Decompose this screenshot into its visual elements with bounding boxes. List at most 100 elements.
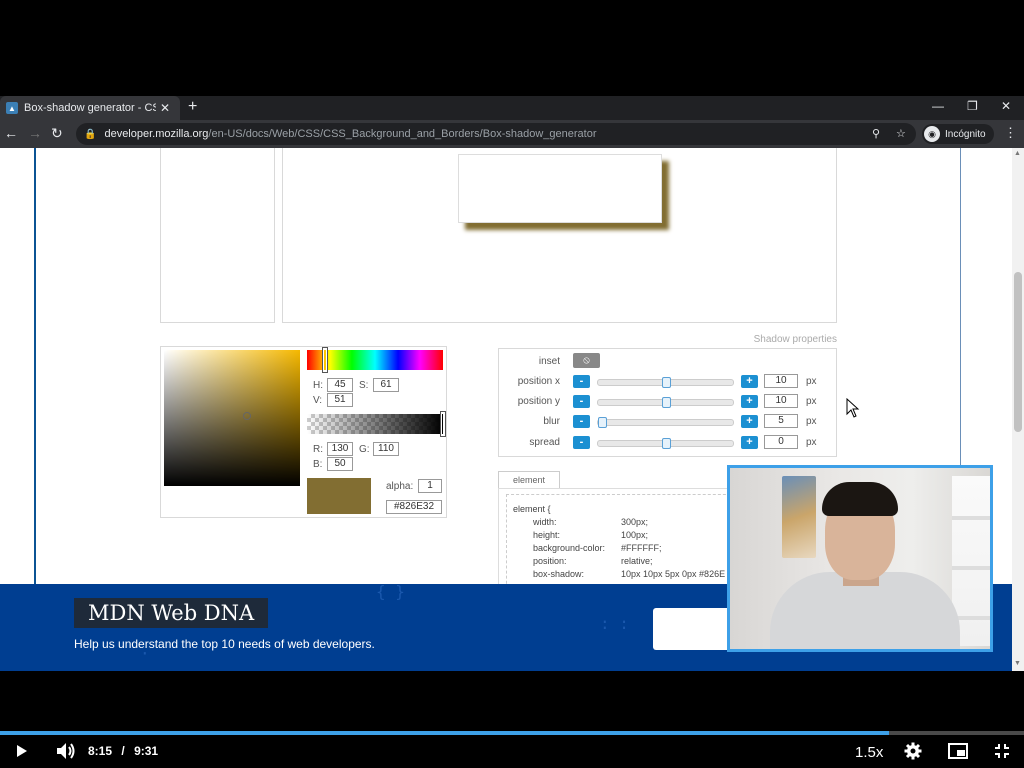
shadow-row-position-x: position x - +10 px (498, 373, 836, 393)
b-input[interactable]: 50 (327, 457, 353, 471)
code-property: height: (533, 530, 561, 540)
tab-element[interactable]: element (498, 471, 560, 489)
close-window-icon[interactable]: ✕ (1001, 99, 1011, 113)
h-label: H: (313, 380, 323, 391)
browser-tab[interactable]: ▲ Box-shadow generator - CSS: Ca ✕ (0, 96, 180, 120)
alpha-slider[interactable] (307, 414, 443, 434)
current-time: 8:15 (88, 744, 113, 758)
browser-tab-bar: ▲ Box-shadow generator - CSS: Ca ✕ + — ❐… (0, 96, 1024, 120)
playback-speed-button[interactable]: 1.5x (855, 744, 883, 761)
decrement-button[interactable]: - (573, 395, 590, 408)
code-property: width: (533, 517, 557, 527)
back-icon[interactable]: ← (4, 125, 18, 141)
picture-in-picture-icon[interactable] (948, 743, 968, 759)
banner-title: MDN Web DNA (74, 598, 269, 628)
g-input[interactable]: 110 (373, 442, 399, 456)
unit-label: px (806, 376, 817, 387)
code-value: #FFFFFF; (621, 543, 662, 553)
unit-label: px (806, 437, 817, 448)
settings-gear-icon[interactable] (904, 742, 922, 760)
shadow-value-input[interactable]: 5 (764, 414, 798, 428)
reload-icon[interactable]: ↻ (51, 125, 63, 142)
v-label: V: (313, 395, 323, 406)
time-display: 8:15 / 9:31 (88, 744, 158, 758)
shadow-slider-track[interactable] (597, 417, 734, 428)
sv-cursor[interactable] (243, 412, 251, 420)
close-tab-icon[interactable]: ✕ (160, 101, 170, 115)
zoom-icon[interactable]: ⚲ (872, 127, 880, 140)
shadow-slider-track[interactable] (597, 438, 734, 449)
slider-handle[interactable] (662, 397, 671, 408)
scroll-up-icon[interactable]: ▲ (1014, 150, 1021, 157)
shadow-value-input[interactable]: 10 (764, 374, 798, 388)
layers-panel (160, 148, 275, 323)
r-input[interactable]: 130 (327, 442, 353, 456)
decrement-button[interactable]: - (573, 415, 590, 428)
bookmark-star-icon[interactable]: ☆ (896, 127, 906, 140)
hex-input[interactable]: #826E32 (386, 500, 442, 514)
inset-row: inset ⦸ (498, 353, 836, 373)
url-host: developer.mozilla.org (104, 128, 209, 140)
unit-label: px (806, 416, 817, 427)
alpha-marker[interactable] (441, 412, 445, 436)
h-input[interactable]: 45 (327, 378, 353, 392)
played-bar (0, 731, 889, 735)
alpha-label: alpha: (386, 481, 414, 492)
decrement-button[interactable]: - (573, 375, 590, 388)
forward-icon[interactable]: → (28, 125, 42, 141)
incognito-profile[interactable]: ◉ Incógnito (922, 124, 994, 144)
hue-marker[interactable] (323, 348, 327, 372)
shadow-row-spread: spread - +0 px (498, 434, 836, 454)
new-tab-button[interactable]: + (188, 98, 197, 116)
increment-button[interactable]: + (741, 375, 758, 388)
slider-handle[interactable] (598, 417, 607, 428)
volume-icon[interactable] (56, 742, 76, 760)
s-input[interactable]: 61 (373, 378, 399, 392)
shadow-value-input[interactable]: 10 (764, 394, 798, 408)
shadow-row-blur: blur - +5 px (498, 413, 836, 433)
shadow-row-label: position x (517, 376, 560, 387)
increment-button[interactable]: + (741, 436, 758, 449)
profile-label: Incógnito (945, 128, 986, 140)
slider-handle[interactable] (662, 377, 671, 388)
presenter-hair (822, 482, 898, 516)
page-scrollbar[interactable]: ▲ ▼ (1012, 148, 1024, 671)
saturation-value-area[interactable] (164, 350, 300, 486)
minimize-icon[interactable]: — (932, 99, 944, 113)
exit-fullscreen-icon[interactable] (994, 743, 1010, 759)
code-property: background-color: (533, 543, 606, 553)
menu-kebab-icon[interactable]: ⋮ (1004, 125, 1017, 141)
alpha-input[interactable]: 1 (418, 479, 442, 493)
mdn-favicon-icon: ▲ (6, 102, 18, 114)
maximize-icon[interactable]: ❐ (967, 99, 978, 113)
url-field[interactable]: 🔒 developer.mozilla.org/en-US/docs/Web/C… (76, 123, 916, 145)
decrement-button[interactable]: - (573, 436, 590, 449)
shadow-row-label: blur (543, 416, 560, 427)
shadow-slider-track[interactable] (597, 397, 734, 408)
play-icon[interactable] (16, 744, 28, 758)
lock-icon: 🔒 (84, 128, 97, 140)
frame-border-left (34, 148, 36, 584)
video-progress-bar[interactable] (0, 731, 1024, 735)
s-label: S: (359, 380, 369, 391)
scroll-thumb[interactable] (1014, 272, 1022, 432)
inset-toggle[interactable]: ⦸ (573, 353, 600, 368)
code-value: relative; (621, 556, 653, 566)
shadow-value-input[interactable]: 0 (764, 435, 798, 449)
mouse-cursor-icon (846, 398, 860, 418)
v-input[interactable]: 51 (327, 393, 353, 407)
code-value: 300px; (621, 517, 649, 527)
slider-handle[interactable] (662, 438, 671, 449)
scroll-down-icon[interactable]: ▼ (1014, 660, 1021, 667)
code-property: position: (533, 556, 567, 566)
address-bar: ← → ↻ 🔒 developer.mozilla.org/en-US/docs… (0, 120, 1024, 148)
hue-slider[interactable] (307, 350, 443, 370)
incognito-icon: ◉ (924, 126, 940, 142)
increment-button[interactable]: + (741, 395, 758, 408)
webcam-overlay (727, 465, 993, 652)
increment-button[interactable]: + (741, 415, 758, 428)
banner-decoration: : : (600, 614, 629, 633)
shadow-slider-track[interactable] (597, 377, 734, 388)
color-swatch (307, 478, 371, 514)
shadow-preview-box[interactable] (458, 154, 662, 223)
